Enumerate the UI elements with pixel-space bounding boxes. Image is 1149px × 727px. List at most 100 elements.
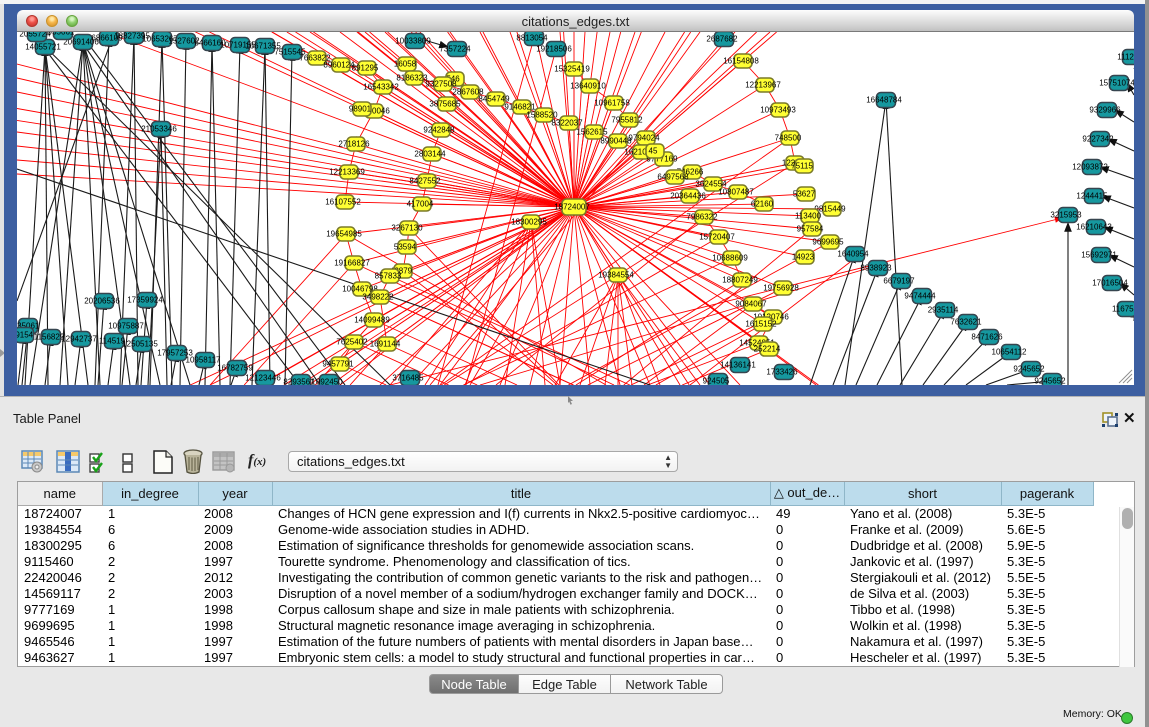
svg-text:748500: 748500: [775, 133, 802, 142]
svg-text:1733426: 1733426: [766, 367, 798, 376]
svg-text:45: 45: [649, 146, 658, 155]
svg-text:7632621: 7632621: [950, 317, 982, 326]
svg-text:7625402: 7625402: [336, 337, 368, 346]
svg-text:116753: 116753: [1112, 304, 1134, 313]
svg-text:3215953: 3215953: [1050, 210, 1082, 219]
svg-text:10807487: 10807487: [718, 187, 754, 196]
svg-text:6679197: 6679197: [883, 276, 915, 285]
svg-text:53627: 53627: [793, 189, 816, 198]
svg-text:9242848: 9242848: [423, 125, 455, 134]
svg-text:9699695: 9699695: [812, 237, 844, 246]
svg-text:53594: 53594: [394, 242, 417, 251]
svg-text:9245652: 9245652: [1034, 376, 1066, 384]
svg-text:1691144: 1691144: [370, 339, 401, 348]
svg-text:19756928: 19756928: [763, 283, 799, 292]
svg-text:14136141: 14136141: [720, 360, 756, 369]
svg-text:8938923: 8938923: [860, 263, 892, 272]
svg-text:891295: 891295: [352, 63, 379, 72]
svg-text:16154808: 16154808: [723, 56, 759, 65]
svg-text:14055721: 14055721: [25, 42, 61, 51]
svg-text:15692971: 15692971: [1081, 250, 1117, 259]
svg-text:113400: 113400: [795, 211, 822, 220]
svg-text:935061: 935061: [48, 32, 75, 37]
svg-text:417004: 417004: [407, 199, 434, 208]
svg-text:1092450: 1092450: [311, 377, 343, 384]
svg-text:16107552: 16107552: [325, 197, 361, 206]
svg-text:10973493: 10973493: [760, 105, 796, 114]
svg-text:12942737: 12942737: [61, 334, 97, 343]
svg-text:9227342: 9227342: [1082, 134, 1114, 143]
svg-text:3498222: 3498222: [362, 292, 394, 301]
svg-text:39154: 39154: [17, 330, 34, 339]
svg-text:857833: 857833: [375, 271, 402, 280]
svg-text:17016504: 17016504: [1092, 278, 1128, 287]
svg-text:8471626: 8471626: [971, 332, 1003, 341]
svg-text:75115: 75115: [791, 161, 813, 170]
svg-text:12505135: 12505135: [122, 339, 158, 348]
svg-text:62160: 62160: [751, 199, 774, 208]
svg-text:6497568: 6497568: [657, 172, 689, 181]
svg-text:16782759: 16782759: [217, 363, 253, 372]
svg-text:13640910: 13640910: [570, 81, 606, 90]
svg-text:10033809: 10033809: [395, 36, 431, 45]
svg-text:15720407: 15720407: [699, 232, 735, 241]
svg-text:3267130: 3267130: [391, 223, 423, 232]
svg-text:16058: 16058: [394, 59, 417, 68]
svg-text:957584: 957584: [797, 224, 824, 233]
svg-text:3716485: 3716485: [392, 373, 424, 382]
svg-text:12123446: 12123446: [245, 373, 281, 382]
svg-text:19166827: 19166827: [334, 258, 370, 267]
svg-text:10958117: 10958117: [186, 355, 222, 364]
svg-text:2935114: 2935114: [928, 305, 959, 314]
svg-text:10975887: 10975887: [108, 321, 144, 330]
svg-text:98901: 98901: [349, 104, 372, 113]
svg-text:8813054: 8813054: [516, 33, 548, 42]
svg-text:14923: 14923: [792, 252, 815, 261]
svg-text:7955812: 7955812: [611, 115, 643, 124]
svg-text:9794024: 9794024: [628, 133, 660, 142]
svg-text:18724007: 18724007: [554, 202, 590, 211]
svg-text:252214: 252214: [754, 344, 781, 353]
svg-text:9474444: 9474444: [904, 291, 936, 300]
svg-text:21053346: 21053346: [141, 124, 177, 133]
svg-text:8960124: 8960124: [323, 60, 355, 69]
svg-text:16210643: 16210643: [1076, 222, 1112, 231]
svg-text:3875685: 3875685: [429, 99, 461, 108]
svg-text:12093872: 12093872: [1072, 162, 1108, 171]
svg-text:17359924: 17359924: [127, 295, 163, 304]
svg-text:10961758: 10961758: [594, 98, 630, 107]
svg-text:2718126: 2718126: [338, 139, 370, 148]
svg-text:10688609: 10688609: [712, 253, 748, 262]
svg-text:9245652: 9245652: [1013, 364, 1045, 373]
svg-text:16543342: 16543342: [363, 82, 399, 91]
svg-text:19384554: 19384554: [598, 270, 634, 279]
svg-text:15325419: 15325419: [554, 64, 590, 73]
svg-text:111245: 111245: [1117, 52, 1134, 61]
svg-text:924505: 924505: [703, 376, 730, 384]
svg-text:20206536: 20206536: [84, 296, 120, 305]
svg-text:1640954: 1640954: [837, 249, 869, 258]
svg-text:19654985: 19654985: [326, 229, 362, 238]
svg-text:19218506: 19218506: [536, 44, 572, 53]
svg-text:7986322: 7986322: [686, 212, 718, 221]
svg-text:12213369: 12213369: [329, 167, 365, 176]
svg-text:14099489: 14099489: [354, 315, 390, 324]
svg-text:15751074: 15751074: [1099, 78, 1134, 87]
svg-text:20364436: 20364436: [670, 191, 706, 200]
svg-text:2055724: 2055724: [19, 32, 51, 39]
svg-text:18807249: 18807249: [722, 275, 758, 284]
svg-text:8990448: 8990448: [600, 136, 632, 145]
svg-text:9457791: 9457791: [322, 359, 354, 368]
svg-text:16648784: 16648784: [866, 95, 902, 104]
svg-text:10654112: 10654112: [992, 347, 1028, 356]
svg-text:1156829: 1156829: [34, 332, 65, 341]
svg-text:9329966: 9329966: [1089, 105, 1121, 114]
svg-text:8322037: 8322037: [551, 118, 583, 127]
svg-text:1244415: 1244415: [1076, 191, 1108, 200]
svg-text:8293561: 8293561: [283, 377, 315, 384]
svg-text:2687682: 2687682: [706, 34, 738, 43]
svg-text:18300295: 18300295: [511, 217, 547, 226]
svg-text:1615152: 1615152: [745, 319, 777, 328]
svg-text:8427552: 8427552: [409, 176, 441, 185]
svg-text:8186323: 8186323: [396, 73, 428, 82]
